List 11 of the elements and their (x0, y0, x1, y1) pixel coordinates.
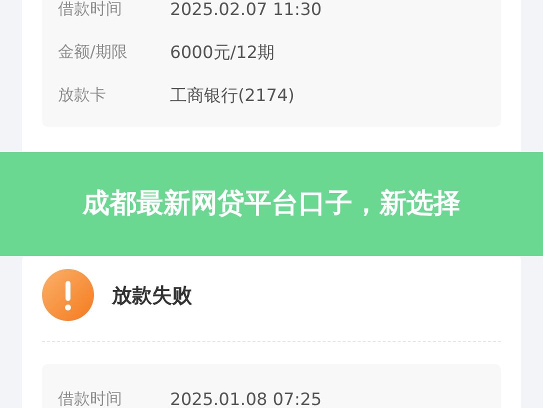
status-title: 放款失败 (112, 282, 192, 308)
field-label: 借款时间 (57, 0, 123, 20)
field-label: 金额/期限 (57, 42, 128, 63)
field-value: 2025.01.08 07:25 (170, 390, 322, 408)
field-value: 6000元/12期 (170, 42, 275, 64)
field-value: 2025.02.07 11:30 (170, 0, 322, 20)
field-label: 借款时间 (57, 389, 123, 408)
field-label: 放款卡 (57, 85, 107, 106)
field-value: 工商银行(2174) (170, 85, 295, 107)
warning-icon (42, 269, 94, 321)
banner-title: 成都最新网贷平台口子，新选择 (82, 187, 460, 221)
